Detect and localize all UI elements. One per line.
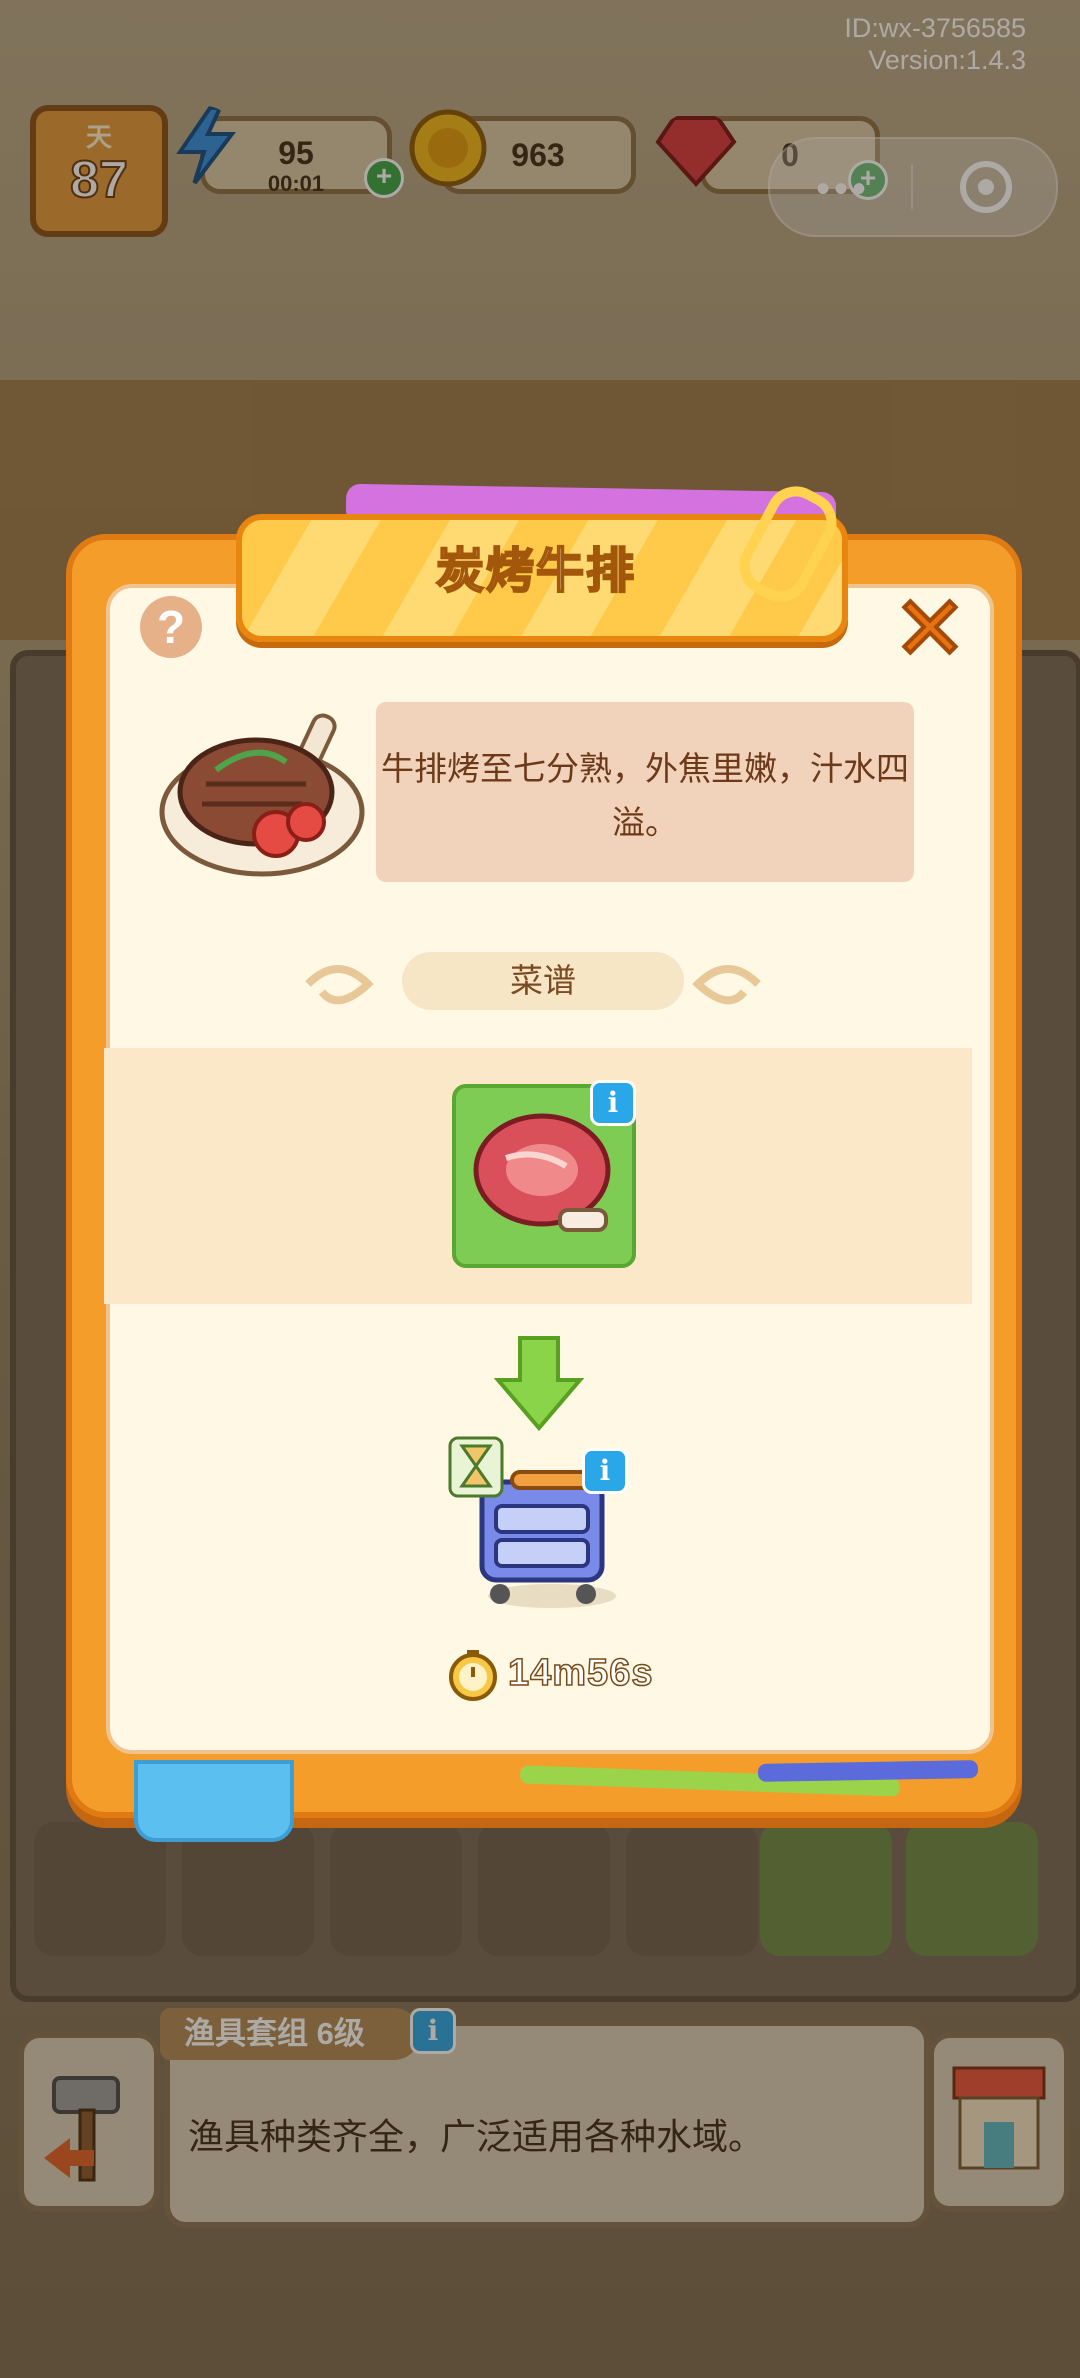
- ribbon-decor: [134, 1760, 294, 1842]
- down-arrow-icon: [494, 1336, 584, 1432]
- cook-time-text: 14m56s: [507, 1651, 654, 1695]
- grill-info-icon[interactable]: i: [582, 1448, 628, 1494]
- cook-timer: 14m56s: [446, 1648, 653, 1702]
- strip-decor-blue: [757, 1760, 979, 1782]
- close-icon[interactable]: ✕: [891, 583, 969, 675]
- help-icon[interactable]: ?: [140, 596, 202, 658]
- hourglass-icon: [448, 1436, 504, 1498]
- recipe-label: 菜谱: [402, 952, 684, 1010]
- ingredient-info-icon[interactable]: i: [590, 1080, 636, 1126]
- timer-clock-icon: [449, 1650, 497, 1701]
- steak-dish-icon: [159, 713, 365, 877]
- dish-description: 牛排烤至七分熟，外焦里嫩，汁水四溢。: [381, 750, 909, 841]
